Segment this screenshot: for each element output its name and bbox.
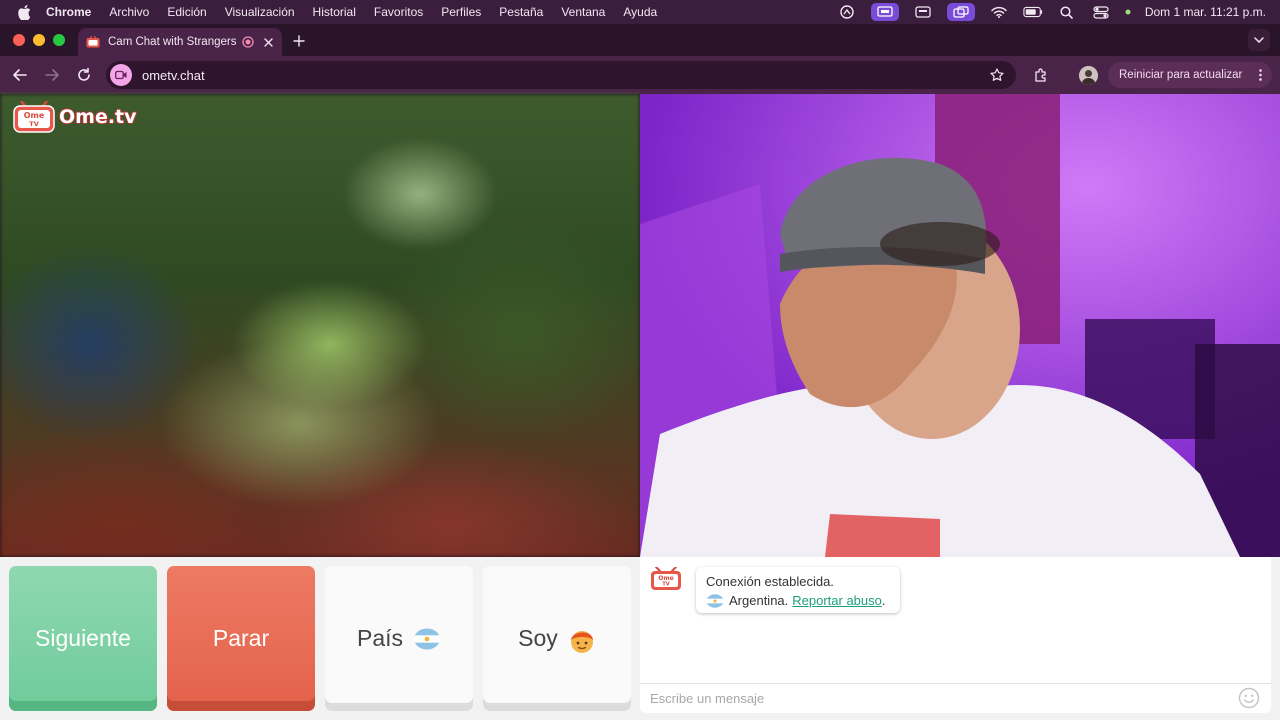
chat-logo-text-bottom: TV [662,582,669,588]
argentina-flag-icon [706,593,724,608]
back-icon[interactable] [12,67,28,83]
cast-status-icon[interactable] [870,3,899,21]
local-video [0,94,640,557]
wifi-icon[interactable] [989,5,1009,19]
chrome-tab-strip: Cam Chat with Strangers [0,24,1280,56]
ometv-tv-icon: Ome TV [13,99,55,133]
screen-record-icon[interactable] [946,3,975,21]
partner-country-line: Argentina. Reportar abuso . [706,591,890,610]
system-message-bubble: Conexión establecida. Argentina. Reporta… [696,567,900,613]
gender-filter-label: Soy [518,625,558,651]
menu-app-chrome[interactable]: Chrome [46,5,91,19]
menu-pestana[interactable]: Pestaña [499,5,543,19]
profile-avatar[interactable] [1079,66,1098,85]
reload-icon[interactable] [76,67,92,83]
star-icon[interactable] [990,68,1004,82]
tab-title: Cam Chat with Strangers [108,36,237,48]
site-camera-icon[interactable] [110,64,132,86]
logo-tv-text-top: Ome [24,111,45,120]
menu-historial[interactable]: Historial [313,5,356,19]
menu-ventana[interactable]: Ventana [561,5,605,19]
search-icon[interactable] [1057,5,1077,19]
ometv-logo[interactable]: Ome TV Ome.tv [13,99,137,134]
menubar-status-area: Dom 1 mar. 11:21 p.m. [837,0,1266,24]
stop-button-label: Parar [212,625,270,651]
next-button-label: Siguiente [35,625,131,651]
window-minimize-button[interactable] [33,34,45,46]
tab-cam-chat[interactable]: Cam Chat with Strangers [78,28,282,56]
chat-divider [640,683,1271,684]
screen-mirror-icon[interactable] [837,5,857,19]
boy-emoji-icon [568,628,596,653]
dot-indicator-icon [1125,5,1131,19]
control-center-icon[interactable] [1091,5,1111,19]
report-link-suffix: . [881,593,886,608]
menubar-clock[interactable]: Dom 1 mar. 11:21 p.m. [1145,5,1266,19]
report-abuse-link[interactable]: Reportar abuso [792,591,882,610]
menu-favoritos[interactable]: Favoritos [374,5,423,19]
menu-ayuda[interactable]: Ayuda [623,5,657,19]
argentina-flag-icon [413,628,441,650]
remote-video [640,94,1280,557]
address-bar[interactable]: ometv.chat [106,61,1016,89]
plus-icon[interactable] [292,34,306,48]
next-button[interactable]: Siguiente [9,566,157,711]
record-icon [242,36,254,48]
country-filter-label: País [356,625,404,651]
logo-wordmark: Ome.tv [59,106,137,128]
menu-edicion[interactable]: Edición [167,5,206,19]
restart-to-update-label: Reiniciar para actualizar [1119,69,1243,81]
restart-to-update-button[interactable]: Reiniciar para actualizar [1108,62,1272,88]
partner-country-text: Argentina. [729,593,789,608]
logo-tv-text-bottom: TV [29,120,38,128]
url-text[interactable]: ometv.chat [142,68,205,83]
menu-visualizacion[interactable]: Visualización [225,5,295,19]
country-filter-button[interactable]: País [325,566,473,711]
remote-video-scene [640,94,1280,557]
chevron-down-icon[interactable] [1248,29,1270,51]
ometv-tv-icon: Ome TV [650,566,682,591]
forward-icon[interactable] [44,67,60,83]
apple-icon[interactable] [16,4,32,20]
menu-archivo[interactable]: Archivo [109,5,149,19]
stop-button[interactable]: Parar [167,566,315,711]
window-zoom-button[interactable] [53,34,65,46]
battery-icon[interactable] [1023,5,1043,19]
connection-status-text: Conexión establecida. [706,574,834,589]
kebab-icon[interactable] [1259,69,1262,81]
extensions-icon[interactable] [1033,67,1049,83]
bottom-panel: Siguiente Parar País Soy Ome TV Conexión… [0,557,1280,720]
chrome-toolbar: ometv.chat Reiniciar para actualizar [0,56,1280,94]
close-icon[interactable] [262,36,274,48]
ometv-favicon-icon [86,35,100,48]
emoji-icon[interactable] [1238,687,1260,709]
menu-perfiles[interactable]: Perfiles [441,5,481,19]
keyboard-icon[interactable] [913,5,933,19]
message-input[interactable] [650,688,1220,708]
macos-menubar: Chrome Archivo Edición Visualización His… [0,0,1280,24]
window-close-button[interactable] [13,34,25,46]
chat-panel: Ome TV Conexión establecida. Argentina. … [640,557,1271,713]
gender-filter-button[interactable]: Soy [483,566,631,711]
